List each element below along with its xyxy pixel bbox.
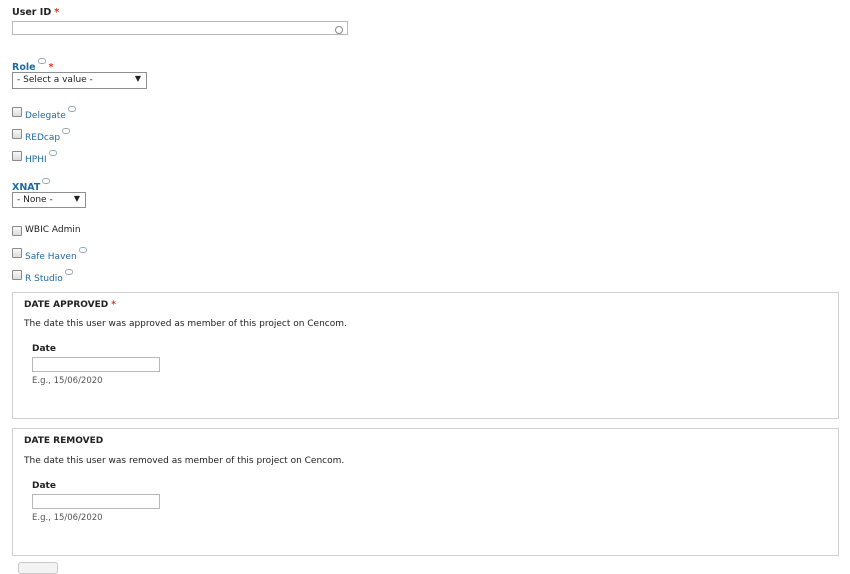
safe-haven-checkbox[interactable] [12, 248, 22, 258]
xnat-label[interactable]: XNAT [12, 178, 51, 193]
speech-bubble-icon[interactable] [42, 178, 51, 184]
date-approved-hint: E.g., 15/06/2020 [32, 376, 103, 386]
speech-bubble-icon[interactable] [64, 269, 73, 275]
wbic-admin-checkbox[interactable] [12, 226, 22, 236]
date-removed-title: DATE REMOVED [24, 436, 104, 446]
speech-bubble-icon[interactable] [37, 58, 46, 64]
speech-bubble-icon[interactable] [67, 106, 76, 112]
safe-haven-label[interactable]: Safe Haven [25, 247, 87, 262]
date-removed-description: The date this user was removed as member… [24, 456, 345, 466]
role-select[interactable]: - Select a value - ▼ [12, 72, 147, 89]
throbber-icon [335, 26, 343, 34]
redcap-checkbox[interactable] [12, 129, 22, 139]
redcap-label[interactable]: REDcap [25, 128, 71, 143]
date-approved-date-label: Date [32, 344, 56, 354]
date-approved-description: The date this user was approved as membe… [24, 319, 347, 329]
role-label[interactable]: Role * [12, 58, 54, 73]
wbic-admin-label[interactable]: WBIC Admin [25, 225, 81, 235]
speech-bubble-icon[interactable] [62, 128, 71, 134]
hphi-checkbox[interactable] [12, 151, 22, 161]
date-removed-fieldset: DATE REMOVED The date this user was remo… [12, 428, 839, 556]
required-mark: * [111, 300, 116, 310]
date-removed-hint: E.g., 15/06/2020 [32, 513, 103, 523]
required-mark: * [54, 7, 60, 18]
triangle-down-icon: ▼ [73, 194, 80, 203]
triangle-down-icon: ▼ [134, 74, 141, 83]
r-studio-checkbox[interactable] [12, 270, 22, 280]
date-removed-date-label: Date [32, 481, 56, 491]
user-id-input[interactable] [12, 21, 348, 35]
date-approved-fieldset: DATE APPROVED * The date this user was ap… [12, 292, 839, 419]
submit-button[interactable] [18, 562, 58, 574]
r-studio-label[interactable]: R Studio [25, 269, 73, 284]
hphi-label[interactable]: HPHI [25, 150, 57, 165]
delegate-label[interactable]: Delegate [25, 106, 76, 121]
user-id-label: User ID * [12, 7, 60, 18]
xnat-select[interactable]: - None - ▼ [12, 192, 86, 208]
date-removed-input[interactable] [32, 494, 160, 509]
speech-bubble-icon[interactable] [78, 247, 87, 253]
speech-bubble-icon[interactable] [48, 150, 57, 156]
date-approved-title: DATE APPROVED * [24, 300, 116, 310]
delegate-checkbox[interactable] [12, 107, 22, 117]
date-approved-input[interactable] [32, 357, 160, 372]
